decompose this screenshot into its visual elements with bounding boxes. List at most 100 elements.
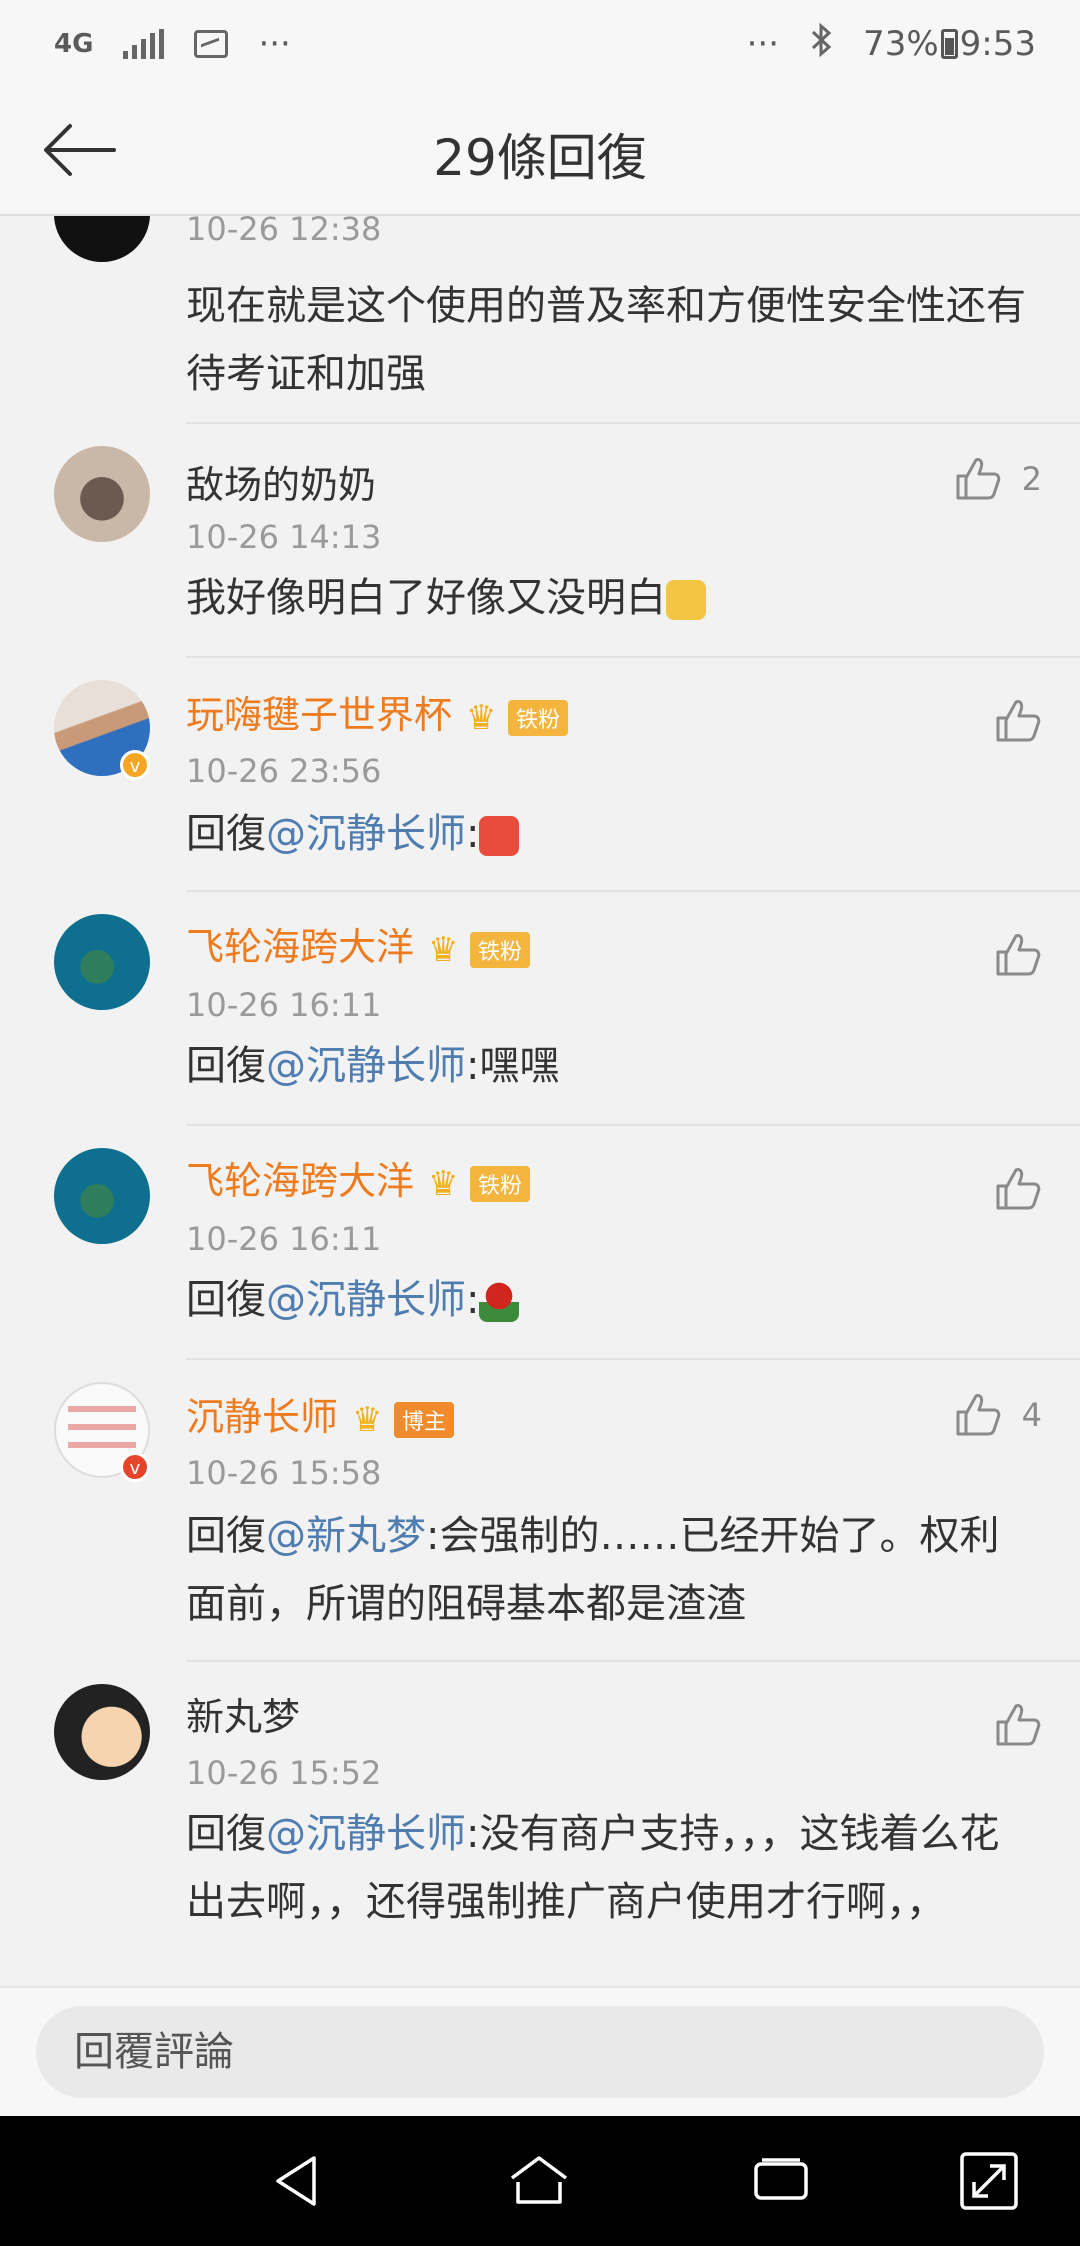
comment-time: 10-26 12:38	[186, 216, 382, 248]
comment-text: 回復@沉静长师:	[186, 800, 1036, 868]
reply-prefix: 回復	[186, 811, 266, 857]
thumbs-up-icon	[996, 1704, 1041, 1746]
user-name-text: 沉静长师	[186, 1395, 339, 1439]
like-button[interactable]	[994, 1166, 1042, 1212]
jiayou-emoji-icon	[479, 816, 520, 856]
crown-icon: ♛	[428, 1163, 459, 1204]
like-button[interactable]	[994, 1702, 1042, 1748]
comment-text: 回復@沉静长师:没有商户支持，，，这钱着么花出去啊，，还得强制推广商户使用才行啊…	[186, 1800, 1036, 1936]
rose-emoji-icon	[479, 1282, 520, 1322]
avatar[interactable]	[54, 216, 150, 262]
divider	[186, 1358, 1080, 1360]
comment-time: 10-26 23:56	[186, 752, 382, 790]
comment-time: 10-26 15:58	[186, 1454, 382, 1492]
divider	[186, 656, 1080, 658]
reply-text: :嘿嘿	[466, 1043, 560, 1089]
comment-time: 10-26 16:11	[186, 1220, 382, 1258]
user-name[interactable]: 飞轮海跨大洋 ♛ 铁粉	[186, 916, 531, 971]
comment-time: 10-26 16:11	[186, 986, 382, 1024]
user-name-text: 飞轮海跨大洋	[186, 925, 415, 969]
system-nav-bar	[0, 2116, 1080, 2246]
fan-badge: 铁粉	[470, 1165, 531, 1202]
like-count: 2	[1021, 460, 1042, 498]
reply-prefix: 回復	[186, 1811, 266, 1857]
mention-link[interactable]: @沉静长师	[266, 1043, 466, 1089]
mention-link[interactable]: @沉静长师	[266, 1277, 466, 1323]
signal-icon	[123, 29, 165, 59]
thumbs-up-icon	[996, 1168, 1041, 1210]
user-name-text: 飞轮海跨大洋	[186, 1159, 415, 1203]
comment-text: 现在就是这个使用的普及率和方便性安全性还有待考证和加强	[186, 283, 1026, 397]
thumbs-up-icon	[956, 458, 1000, 500]
fan-badge: 铁粉	[508, 699, 569, 736]
avatar[interactable]	[54, 1148, 150, 1244]
verified-badge-icon: v	[120, 1452, 150, 1482]
comment-text: 回復@沉静长师:嘿嘿	[186, 1032, 1036, 1100]
like-button[interactable]: 2	[954, 456, 1042, 502]
divider	[186, 1124, 1080, 1126]
nav-recents-button[interactable]	[748, 2148, 814, 2214]
nav-home-icon	[510, 2156, 568, 2204]
reply-prefix: 回復	[186, 1513, 266, 1559]
mention-link[interactable]: @沉静长师	[266, 811, 466, 857]
user-name[interactable]: 飞轮海跨大洋 ♛ 铁粉	[186, 1150, 531, 1205]
thumbs-up-icon	[956, 1394, 1000, 1436]
nav-expand-button[interactable]	[956, 2148, 1022, 2214]
avatar[interactable]	[54, 1684, 150, 1780]
header: 29條回復	[0, 88, 1080, 216]
mention-link[interactable]: @沉静长师	[266, 1811, 466, 1857]
nav-recents-icon	[754, 2158, 808, 2200]
reply-text: :	[466, 811, 480, 857]
user-name[interactable]: 新丸梦	[186, 1686, 300, 1741]
comment-list[interactable]: 10-26 12:38 现在就是这个使用的普及率和方便性安全性还有待考证和加强 …	[0, 216, 1080, 1986]
divider	[186, 890, 1080, 892]
comment-time: 10-26 15:52	[186, 1754, 382, 1792]
comment-text: 我好像明白了好像又没明白	[186, 564, 1036, 632]
blogger-badge: 博主	[394, 1401, 455, 1438]
image-notification-icon	[194, 30, 229, 58]
comment-text: 回復@新丸梦:会强制的……已经开始了。权利面前，所谓的阻碍基本都是渣渣	[186, 1502, 1036, 1638]
thumbs-up-icon	[996, 934, 1041, 976]
user-name[interactable]: 沉静长师 ♛ 博主	[186, 1386, 455, 1441]
reply-input[interactable]: 回覆評論	[36, 2006, 1044, 2098]
battery-icon	[940, 29, 958, 59]
reply-prefix: 回復	[186, 1277, 266, 1323]
more-status-icon: ···	[746, 24, 780, 64]
avatar[interactable]	[54, 914, 150, 1010]
network-type: 4G	[54, 29, 94, 59]
user-name[interactable]: 玩嗨毽子世界杯 ♛ 铁粉	[186, 684, 569, 739]
bluetooth-icon	[809, 22, 833, 66]
comment-text: 回復@沉静长师:	[186, 1266, 1036, 1334]
reply-bar: 回覆評論	[0, 1986, 1080, 2116]
crown-icon: ♛	[466, 697, 497, 738]
comment-text-content: 我好像明白了好像又没明白	[186, 575, 666, 621]
user-name[interactable]: 敌场的奶奶	[186, 454, 376, 509]
crown-icon: ♛	[428, 929, 459, 970]
nav-expand-icon	[960, 2152, 1018, 2210]
user-name-text: 玩嗨毽子世界杯	[186, 693, 453, 737]
fan-badge: 铁粉	[470, 931, 531, 968]
crown-icon: ♛	[352, 1399, 383, 1440]
mention-link[interactable]: @新丸梦	[266, 1513, 426, 1559]
embarrassed-emoji-icon	[666, 580, 706, 620]
clock: 9:53	[959, 24, 1036, 64]
divider	[186, 1660, 1080, 1662]
nav-back-button[interactable]	[264, 2148, 330, 2214]
like-button[interactable]: 4	[954, 1392, 1042, 1438]
like-button[interactable]	[994, 698, 1042, 744]
thumbs-up-icon	[996, 700, 1041, 742]
divider	[186, 422, 1080, 424]
reply-prefix: 回復	[186, 1043, 266, 1089]
page-title: 29條回復	[433, 129, 647, 187]
status-bar: 4G ··· ··· 73% 9:53	[0, 0, 1080, 88]
like-button[interactable]	[994, 932, 1042, 978]
avatar[interactable]	[54, 446, 150, 542]
reply-text: :	[466, 1277, 480, 1323]
like-count: 4	[1021, 1396, 1042, 1434]
verified-badge-icon: v	[120, 750, 150, 780]
comment-time: 10-26 14:13	[186, 518, 382, 556]
nav-home-button[interactable]	[506, 2148, 572, 2214]
more-notifications-icon: ···	[258, 24, 291, 64]
nav-back-icon	[276, 2156, 316, 2206]
battery-percent: 73%	[863, 24, 939, 64]
